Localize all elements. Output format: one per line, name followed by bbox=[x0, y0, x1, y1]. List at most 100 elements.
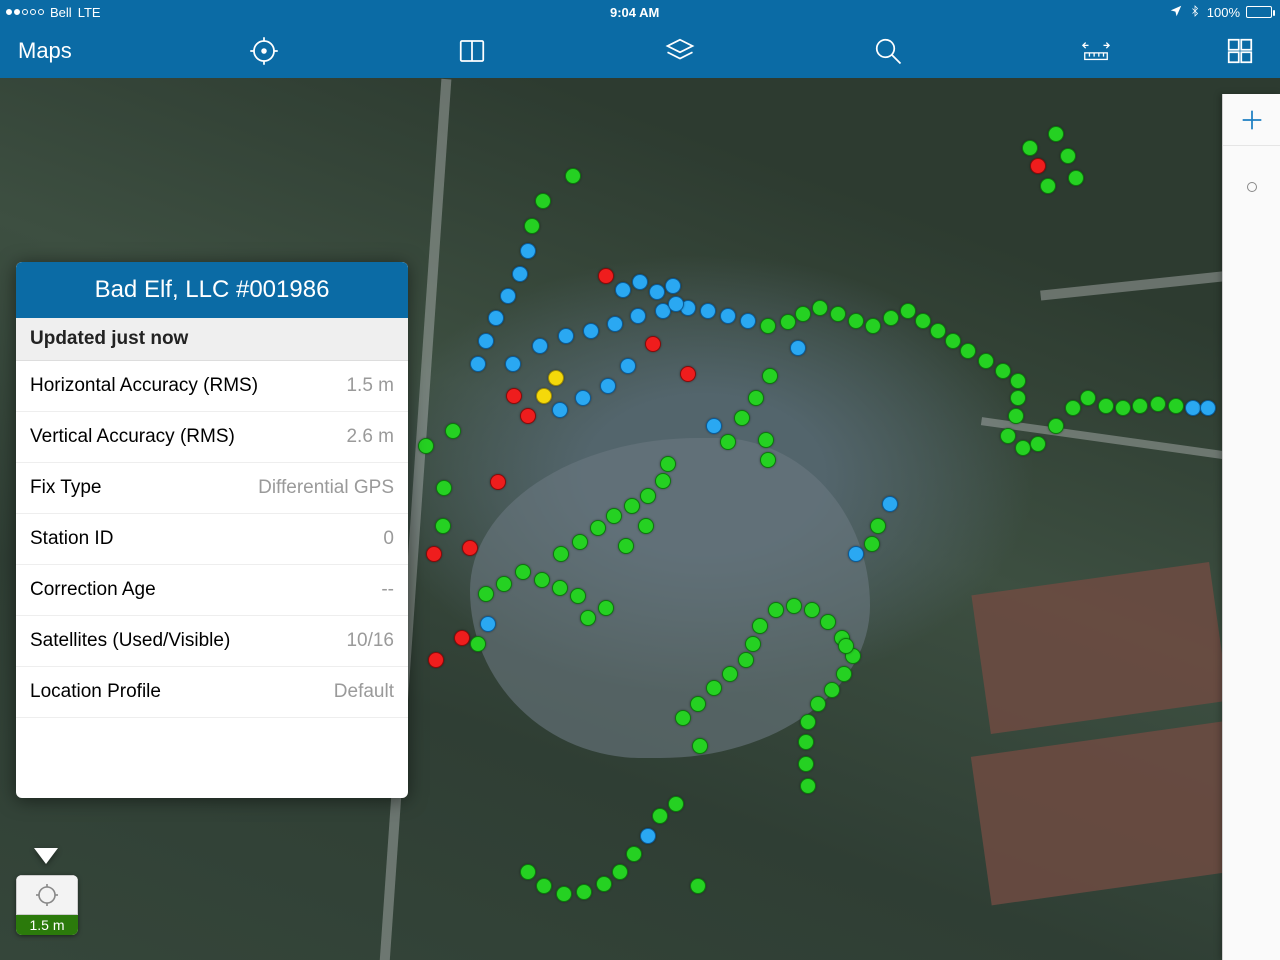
map-point[interactable] bbox=[1098, 398, 1114, 414]
back-button[interactable]: Maps bbox=[0, 38, 160, 64]
map-point[interactable] bbox=[864, 536, 880, 552]
map-point[interactable] bbox=[812, 300, 828, 316]
measure-button[interactable] bbox=[992, 36, 1200, 66]
map-point[interactable] bbox=[607, 316, 623, 332]
map-point[interactable] bbox=[1185, 400, 1201, 416]
map-point[interactable] bbox=[722, 666, 738, 682]
map-point[interactable] bbox=[598, 600, 614, 616]
map-point[interactable] bbox=[665, 278, 681, 294]
map-point[interactable] bbox=[995, 363, 1011, 379]
map-point[interactable] bbox=[618, 538, 634, 554]
map-point[interactable] bbox=[1150, 396, 1166, 412]
map-point[interactable] bbox=[800, 778, 816, 794]
map-point[interactable] bbox=[435, 518, 451, 534]
map-point[interactable] bbox=[515, 564, 531, 580]
map-point[interactable] bbox=[800, 714, 816, 730]
map-point[interactable] bbox=[536, 878, 552, 894]
map-point[interactable] bbox=[534, 572, 550, 588]
map-point[interactable] bbox=[930, 323, 946, 339]
map-point[interactable] bbox=[804, 602, 820, 618]
map-point[interactable] bbox=[470, 356, 486, 372]
map-point[interactable] bbox=[960, 343, 976, 359]
map-point[interactable] bbox=[480, 616, 496, 632]
map-point[interactable] bbox=[655, 473, 671, 489]
map-point[interactable] bbox=[1132, 398, 1148, 414]
map-point[interactable] bbox=[1008, 408, 1024, 424]
map-point[interactable] bbox=[454, 630, 470, 646]
map-point[interactable] bbox=[706, 418, 722, 434]
map-point[interactable] bbox=[738, 652, 754, 668]
map-point[interactable] bbox=[680, 366, 696, 382]
map-point[interactable] bbox=[748, 390, 764, 406]
map-point[interactable] bbox=[1030, 158, 1046, 174]
map-point[interactable] bbox=[760, 452, 776, 468]
map-point[interactable] bbox=[445, 423, 461, 439]
map-point[interactable] bbox=[652, 808, 668, 824]
map-point[interactable] bbox=[649, 284, 665, 300]
map-point[interactable] bbox=[836, 666, 852, 682]
map-point[interactable] bbox=[720, 434, 736, 450]
map-point[interactable] bbox=[1048, 126, 1064, 142]
map-point[interactable] bbox=[565, 168, 581, 184]
map-point[interactable] bbox=[760, 318, 776, 334]
map-point[interactable] bbox=[632, 274, 648, 290]
basemap-button[interactable] bbox=[1200, 36, 1280, 66]
map-point[interactable] bbox=[768, 602, 784, 618]
map-point[interactable] bbox=[848, 313, 864, 329]
map-point[interactable] bbox=[1068, 170, 1084, 186]
map-point[interactable] bbox=[660, 456, 676, 472]
bookmarks-button[interactable] bbox=[368, 36, 576, 66]
map-point[interactable] bbox=[838, 638, 854, 654]
map-point[interactable] bbox=[690, 696, 706, 712]
map-point[interactable] bbox=[624, 498, 640, 514]
map-point[interactable] bbox=[548, 370, 564, 386]
map-point[interactable] bbox=[745, 636, 761, 652]
map-point[interactable] bbox=[490, 474, 506, 490]
map-point[interactable] bbox=[606, 508, 622, 524]
map-point[interactable] bbox=[506, 388, 522, 404]
location-accuracy-badge[interactable]: 1.5 m bbox=[16, 875, 78, 935]
map-point[interactable] bbox=[496, 576, 512, 592]
map-point[interactable] bbox=[576, 884, 592, 900]
map-point[interactable] bbox=[640, 828, 656, 844]
map-point[interactable] bbox=[820, 614, 836, 630]
map-point[interactable] bbox=[583, 323, 599, 339]
map-point[interactable] bbox=[758, 432, 774, 448]
map-point[interactable] bbox=[600, 378, 616, 394]
map-point[interactable] bbox=[500, 288, 516, 304]
map-point[interactable] bbox=[462, 540, 478, 556]
map-point[interactable] bbox=[428, 652, 444, 668]
map-point[interactable] bbox=[520, 243, 536, 259]
map-point[interactable] bbox=[824, 682, 840, 698]
search-button[interactable] bbox=[784, 36, 992, 66]
map-point[interactable] bbox=[470, 636, 486, 652]
map-point[interactable] bbox=[790, 340, 806, 356]
map-point[interactable] bbox=[436, 480, 452, 496]
map-point[interactable] bbox=[690, 878, 706, 894]
map-point[interactable] bbox=[1060, 148, 1076, 164]
map-point[interactable] bbox=[865, 318, 881, 334]
map-point[interactable] bbox=[612, 864, 628, 880]
map-point[interactable] bbox=[645, 336, 661, 352]
map-point[interactable] bbox=[488, 310, 504, 326]
gps-status-card[interactable]: Bad Elf, LLC #001986 Updated just now Ho… bbox=[16, 262, 408, 798]
map-point[interactable] bbox=[1040, 178, 1056, 194]
map-point[interactable] bbox=[848, 546, 864, 562]
map-point[interactable] bbox=[478, 586, 494, 602]
map-point[interactable] bbox=[553, 546, 569, 562]
map-point[interactable] bbox=[915, 313, 931, 329]
map-point[interactable] bbox=[692, 738, 708, 754]
map-point[interactable] bbox=[638, 518, 654, 534]
map-point[interactable] bbox=[882, 496, 898, 512]
map-point[interactable] bbox=[795, 306, 811, 322]
map-point[interactable] bbox=[626, 846, 642, 862]
map-point[interactable] bbox=[1000, 428, 1016, 444]
map-point[interactable] bbox=[630, 308, 646, 324]
map-point[interactable] bbox=[978, 353, 994, 369]
map-point[interactable] bbox=[668, 796, 684, 812]
map-point[interactable] bbox=[798, 734, 814, 750]
map-point[interactable] bbox=[558, 328, 574, 344]
map-point[interactable] bbox=[535, 193, 551, 209]
map-point[interactable] bbox=[598, 268, 614, 284]
add-feature-button[interactable] bbox=[1223, 94, 1280, 146]
